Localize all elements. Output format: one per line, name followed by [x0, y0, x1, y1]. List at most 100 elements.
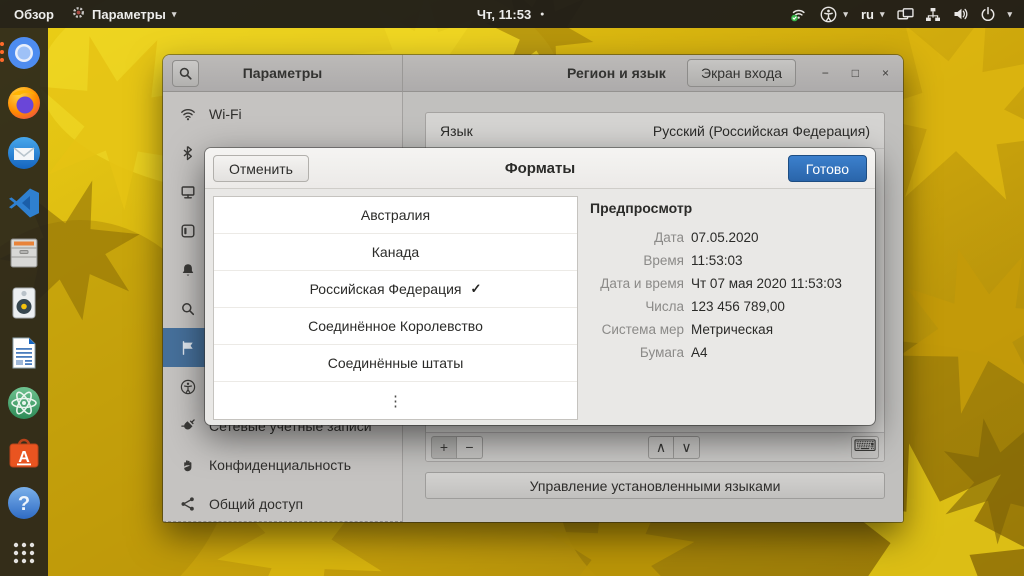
remove-input-source-button[interactable]: −	[457, 435, 483, 459]
search-icon	[179, 67, 192, 80]
dock-item-atom[interactable]	[6, 385, 42, 421]
move-up-button[interactable]: ∧	[648, 435, 674, 459]
country-label: Соединённое Королевство	[308, 318, 483, 334]
libreoffice-writer-icon	[12, 337, 36, 369]
dock: A ?	[0, 28, 48, 576]
preview-value: Метрическая	[691, 322, 774, 337]
preview-value: 11:53:03	[691, 253, 743, 268]
system-menu[interactable]: ▾	[897, 6, 1012, 22]
app-menu-label: Параметры	[92, 6, 166, 22]
dialog-body: Австралия Канада Российская Федерация ✓ …	[205, 189, 875, 425]
accessibility-menu[interactable]: ▾	[820, 0, 848, 28]
desktop: Обзор Параметры ▾ Чт, 11:53 ● ▾ ru ▾ ▾ A…	[0, 0, 1024, 576]
chevron-down-icon: ▾	[171, 8, 177, 19]
login-screen-button[interactable]: Экран входа	[687, 59, 797, 87]
dock-panel-icon	[180, 223, 196, 239]
sidebar-item-privacy[interactable]: Конфиденциальность	[163, 445, 402, 484]
maximize-button[interactable]: □	[852, 67, 859, 79]
move-down-button[interactable]: ∨	[674, 435, 700, 459]
bell-icon	[180, 262, 196, 278]
search-icon	[180, 301, 196, 317]
online-accounts-icon	[180, 418, 196, 434]
wifi-icon	[180, 106, 196, 122]
apps-grid-icon	[13, 542, 35, 564]
running-indicator-dots	[0, 42, 4, 62]
dock-item-chromium[interactable]	[0, 35, 42, 71]
activities-button[interactable]: Обзор	[14, 0, 54, 28]
done-button[interactable]: Готово	[787, 155, 867, 182]
language-value: Русский (Российская Федерация)	[652, 122, 870, 139]
show-keyboard-layout-button[interactable]: ⌨	[851, 435, 879, 459]
sidebar-item-wifi[interactable]: Wi-Fi	[163, 94, 402, 133]
country-row-canada[interactable]: Канада	[214, 234, 577, 271]
dock-item-archive-manager[interactable]	[6, 235, 42, 271]
dock-item-ubuntu-software[interactable]: A	[6, 435, 42, 471]
accessibility-icon	[820, 6, 837, 22]
firefox-icon	[8, 87, 40, 119]
manage-installed-languages-button[interactable]: Управление установленными языками	[425, 472, 885, 499]
network-monitor-icon	[180, 184, 196, 200]
country-row-russian-federation[interactable]: Российская Федерация ✓	[214, 271, 577, 308]
page-title: Регион и язык	[567, 65, 666, 81]
language-row[interactable]: Язык Русский (Российская Федерация)	[426, 113, 884, 149]
preview-label: Время	[643, 253, 684, 268]
dock-item-vscode[interactable]	[6, 185, 42, 221]
wired-network-icon	[926, 7, 941, 21]
preview-row-time: Время 11:53:03	[590, 252, 865, 269]
show-applications-button[interactable]	[6, 535, 42, 571]
headerbar: Параметры Регион и язык Экран входа − □ …	[163, 55, 903, 92]
more-countries-button[interactable]: ⋮	[214, 382, 577, 419]
file-cabinet-icon	[10, 238, 38, 268]
chevron-down-icon: ▾	[1007, 8, 1012, 19]
thunderbird-icon	[8, 137, 40, 169]
country-label: Соединённые штаты	[327, 355, 464, 371]
clock-menu[interactable]: Чт, 11:53 ●	[477, 0, 545, 28]
sidebar-item-label: Общий доступ	[209, 495, 304, 512]
preview-label: Дата и время	[600, 276, 684, 291]
screen-share-icon	[897, 7, 915, 19]
minimize-button[interactable]: −	[822, 67, 829, 79]
keyboard-layout-menu[interactable]: ru ▾	[861, 0, 885, 28]
preview-value: A4	[691, 345, 708, 360]
volume-icon	[954, 8, 968, 20]
network-ok-indicator-icon[interactable]	[790, 6, 807, 22]
bluetooth-icon	[180, 145, 196, 161]
dock-item-libreoffice-writer[interactable]	[6, 335, 42, 371]
settings-gear-icon	[71, 5, 86, 23]
close-button[interactable]: ×	[882, 67, 889, 79]
cancel-button[interactable]: Отменить	[213, 155, 309, 182]
preview-label: Числа	[645, 299, 684, 314]
dialog-title: Форматы	[504, 159, 576, 177]
preview-value: Чт 07 мая 2020 11:53:03	[691, 276, 842, 291]
dock-item-help[interactable]: ?	[6, 485, 42, 521]
sidebar-item-label: Конфиденциальность	[209, 456, 352, 473]
sidebar-header: Параметры	[163, 55, 403, 92]
country-row-australia[interactable]: Австралия	[214, 197, 577, 234]
language-label: Язык	[440, 122, 473, 139]
page-header: Регион и язык Экран входа − □ ×	[403, 55, 903, 92]
input-sources-toolbar: + − ∧ ∨ ⌨	[426, 432, 884, 461]
preview-row-numbers: Числа 123 456 789,00	[590, 298, 865, 315]
add-input-source-button[interactable]: +	[431, 435, 457, 459]
preview-label: Дата	[654, 230, 684, 245]
check-icon: ✓	[470, 281, 482, 296]
country-row-united-kingdom[interactable]: Соединённое Королевство	[214, 308, 577, 345]
chevron-down-icon: ▾	[879, 8, 885, 19]
dialog-header: Отменить Форматы Готово	[205, 148, 875, 189]
dock-item-thunderbird[interactable]	[6, 135, 42, 171]
region-language-icon	[180, 340, 196, 356]
country-row-united-states[interactable]: Соединённые штаты	[214, 345, 577, 382]
search-button[interactable]	[172, 60, 199, 87]
vscode-icon	[9, 188, 39, 218]
app-menu[interactable]: Параметры ▾	[71, 0, 176, 28]
preview-label: Бумага	[639, 345, 684, 360]
notification-dot: ●	[540, 10, 545, 18]
speaker-icon	[12, 287, 36, 319]
dock-item-rhythmbox[interactable]	[6, 285, 42, 321]
help-icon: ?	[8, 487, 40, 519]
dock-item-firefox[interactable]	[6, 85, 42, 121]
sidebar-item-label: Wi-Fi	[209, 105, 242, 122]
sidebar-item-sharing[interactable]: Общий доступ	[163, 484, 402, 521]
power-icon	[982, 6, 995, 21]
svg-text:?: ?	[18, 493, 30, 515]
